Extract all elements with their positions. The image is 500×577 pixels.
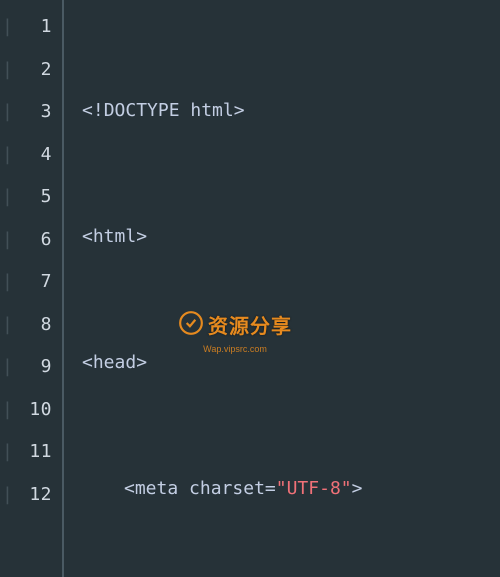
line-number-row: |10 — [0, 389, 62, 432]
line-number-row: |2 — [0, 49, 62, 92]
code-line: <head> — [82, 342, 500, 385]
line-number-row: |1 — [0, 6, 62, 49]
code-area[interactable]: <!DOCTYPE html> <html> <head> <meta char… — [64, 0, 500, 577]
line-number-row: |11 — [0, 431, 62, 474]
code-line: <meta charset="UTF-8"> — [82, 468, 500, 511]
code-editor: |1 |2 |3 |4 |5 |6 |7 |8 |9 |10 |11 |12 <… — [0, 0, 500, 577]
line-number-row: |3 — [0, 91, 62, 134]
line-number-row: |5 — [0, 176, 62, 219]
line-number-row: |6 — [0, 219, 62, 262]
code-line: <!DOCTYPE html> — [82, 90, 500, 133]
line-number-row: |4 — [0, 134, 62, 177]
line-number-row: |8 — [0, 304, 62, 347]
code-line: <html> — [82, 216, 500, 259]
line-number-row: |7 — [0, 261, 62, 304]
gutter: |1 |2 |3 |4 |5 |6 |7 |8 |9 |10 |11 |12 — [0, 0, 62, 577]
line-number-row: |9 — [0, 346, 62, 389]
line-number-row: |12 — [0, 474, 62, 517]
